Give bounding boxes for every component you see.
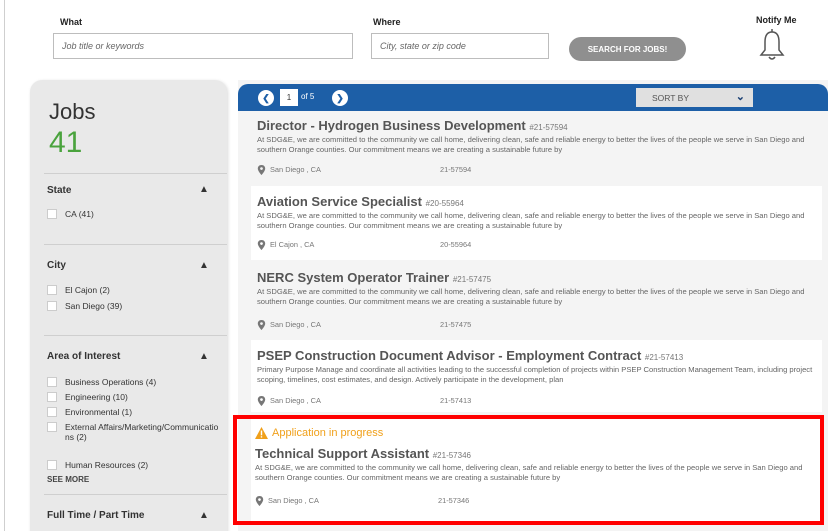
job-location: El Cajon , CA <box>257 240 314 250</box>
chevron-up-icon[interactable]: ▲ <box>199 510 209 521</box>
pager-bar: ❮ 1 of 5 ❯ SORT BY ⌄ <box>238 84 828 111</box>
job-title[interactable]: NERC System Operator Trainer #21-57475 <box>257 270 817 285</box>
filter-sidebar: Jobs 41 State ▲ CA (41) City ▲ El Cajon … <box>30 80 227 531</box>
checkbox[interactable] <box>47 460 57 470</box>
job-req-number: 20-55964 <box>440 240 472 249</box>
job-location: San Diego , CA <box>257 165 321 175</box>
divider <box>44 173 227 174</box>
facet-option-label: San Diego (39) <box>65 301 123 311</box>
facet-option-label: El Cajon (2) <box>65 285 110 295</box>
location-pin-icon <box>257 165 266 175</box>
facet-option-san-diego[interactable]: San Diego (39) <box>47 301 122 311</box>
sort-label: SORT BY <box>652 92 690 103</box>
divider <box>44 335 227 336</box>
job-card[interactable]: NERC System Operator Trainer #21-57475 A… <box>251 262 822 338</box>
job-id: #21-57475 <box>452 275 492 284</box>
chevron-down-icon: ⌄ <box>735 91 745 103</box>
facet-option-hr[interactable]: Human Resources (2) <box>47 460 148 470</box>
checkbox[interactable] <box>47 422 57 432</box>
facet-option-label: Human Resources (2) <box>65 460 149 470</box>
bell-icon[interactable] <box>758 28 786 62</box>
location-pin-icon <box>257 240 266 250</box>
job-description: At SDG&E, we are committed to the commun… <box>257 135 805 154</box>
job-title[interactable]: Aviation Service Specialist #20-55964 <box>257 194 817 209</box>
job-id: #20-55964 <box>425 199 464 208</box>
divider <box>44 244 227 245</box>
job-card[interactable]: PSEP Construction Document Advisor - Emp… <box>251 340 822 412</box>
job-location: San Diego , CA <box>257 396 321 406</box>
page-of-text: of 5 <box>301 92 315 101</box>
job-req-number: 21-57594 <box>440 165 472 174</box>
facet-area-title[interactable]: Area of Interest <box>47 351 120 362</box>
facet-option-business-ops[interactable]: Business Operations (4) <box>47 377 156 387</box>
see-more-link[interactable]: SEE MORE <box>47 475 89 484</box>
job-card[interactable] <box>251 525 822 531</box>
job-card[interactable]: Aviation Service Specialist #20-55964 At… <box>251 186 822 260</box>
job-title[interactable]: PSEP Construction Document Advisor - Emp… <box>257 348 817 363</box>
job-req-number: 21-57475 <box>440 320 472 329</box>
job-req-number: 21-57413 <box>440 396 472 405</box>
checkbox[interactable] <box>47 392 57 402</box>
location-pin-icon <box>257 320 266 330</box>
notify-me-label: Notify Me <box>756 15 797 25</box>
what-input[interactable]: Job title or keywords <box>53 33 353 59</box>
facet-option-external-affairs[interactable]: External Affairs/Marketing/Communication… <box>47 422 222 442</box>
job-id: #21-57413 <box>644 353 684 362</box>
job-description: At SDG&E, we are committed to the commun… <box>257 287 805 306</box>
facet-fulltime-title[interactable]: Full Time / Part Time <box>47 510 144 521</box>
facet-state-title[interactable]: State <box>47 185 71 196</box>
facet-option-ca[interactable]: CA (41) <box>47 209 94 219</box>
jobs-count: 41 <box>49 126 83 159</box>
prev-page-icon[interactable]: ❮ <box>258 90 274 106</box>
job-id: #21-57594 <box>529 123 568 132</box>
facet-option-environmental[interactable]: Environmental (1) <box>47 407 132 417</box>
checkbox[interactable] <box>47 301 57 311</box>
where-input[interactable]: City, state or zip code <box>371 33 549 59</box>
checkbox[interactable] <box>47 285 57 295</box>
checkbox[interactable] <box>47 407 57 417</box>
checkbox[interactable] <box>47 209 57 219</box>
next-page-icon[interactable]: ❯ <box>332 90 348 106</box>
location-pin-icon <box>257 396 266 406</box>
facet-option-engineering[interactable]: Engineering (10) <box>47 392 128 402</box>
chevron-up-icon[interactable]: ▲ <box>199 184 209 195</box>
page-number-input[interactable]: 1 <box>280 89 298 106</box>
sort-by-select[interactable]: SORT BY ⌄ <box>636 88 753 107</box>
search-jobs-button[interactable]: SEARCH FOR JOBS! <box>569 37 686 61</box>
job-location: San Diego , CA <box>257 320 321 330</box>
what-label: What <box>60 17 82 27</box>
facet-option-label: CA (41) <box>65 209 94 219</box>
facet-option-label: Business Operations (4) <box>65 377 157 387</box>
job-title[interactable]: Director - Hydrogen Business Development… <box>257 118 817 133</box>
checkbox[interactable] <box>47 377 57 387</box>
facet-city-title[interactable]: City <box>47 260 66 271</box>
job-description: Primary Purpose Manage and coordinate al… <box>257 365 813 384</box>
jobs-heading: Jobs <box>49 99 96 124</box>
facet-option-label: Engineering (10) <box>65 392 128 402</box>
where-label: Where <box>373 17 401 27</box>
chevron-up-icon[interactable]: ▲ <box>199 260 209 271</box>
divider <box>44 494 227 495</box>
chevron-up-icon[interactable]: ▲ <box>199 351 209 362</box>
facet-option-label: External Affairs/Marketing/Communication… <box>65 422 219 442</box>
facet-option-label: Environmental (1) <box>65 407 133 417</box>
facet-option-el-cajon[interactable]: El Cajon (2) <box>47 285 110 295</box>
job-description: At SDG&E, we are committed to the commun… <box>257 211 805 230</box>
highlight-box <box>233 415 824 525</box>
job-card[interactable]: Director - Hydrogen Business Development… <box>251 112 822 184</box>
